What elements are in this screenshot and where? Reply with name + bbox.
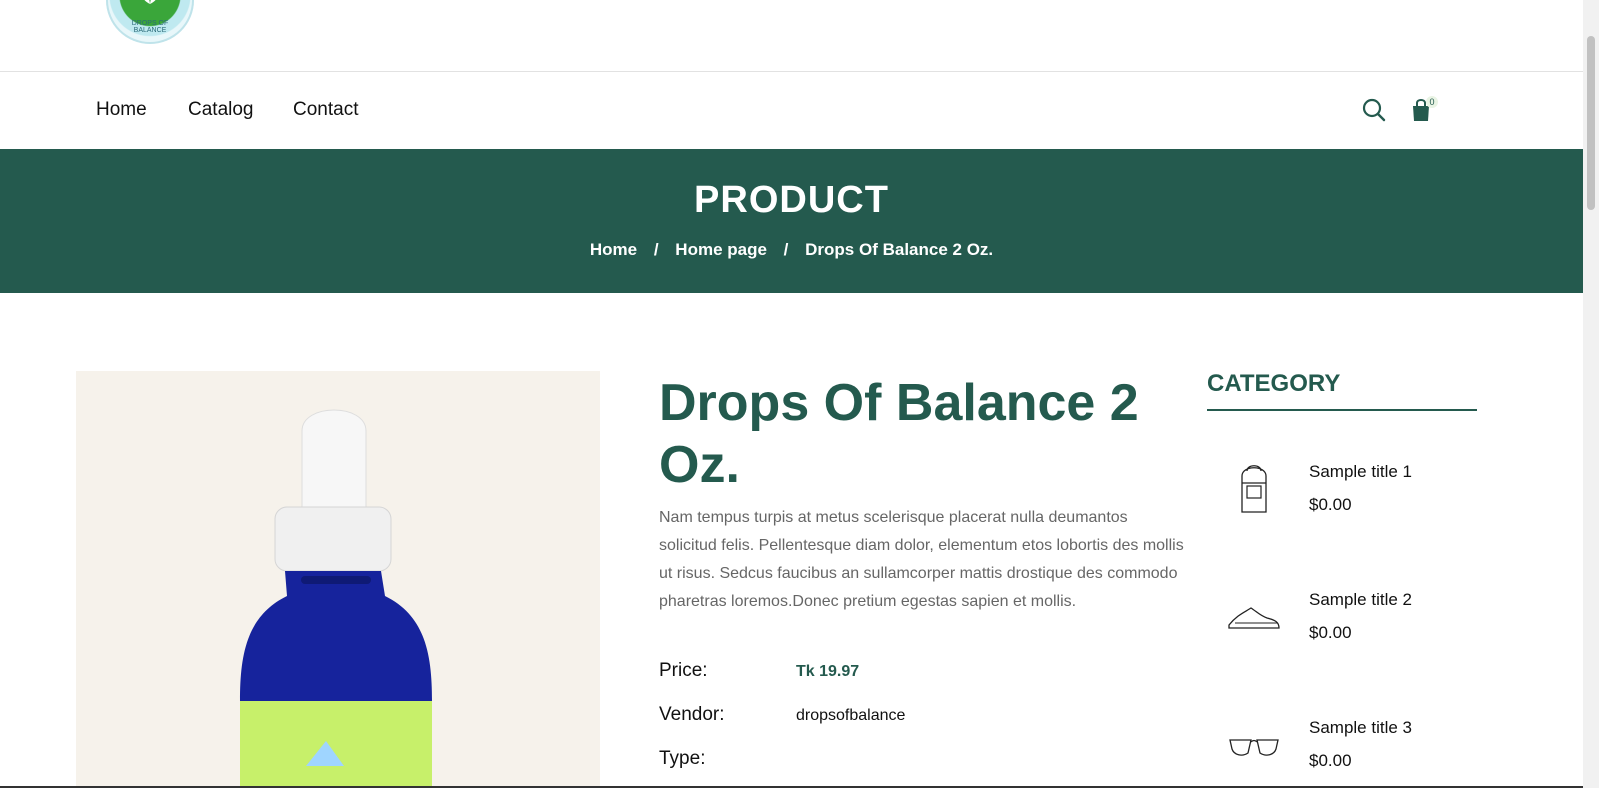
category-item[interactable]: Sample title 1 $0.00 — [1207, 462, 1487, 542]
vendor-row: Vendor: dropsofbalance — [659, 704, 905, 726]
product-image[interactable] — [76, 371, 600, 788]
dropper-bottle-illustration — [76, 371, 600, 788]
vendor-label: Vendor: — [659, 704, 725, 725]
breadcrumb-home[interactable]: Home — [590, 240, 637, 259]
category-item[interactable]: Sample title 2 $0.00 — [1207, 590, 1487, 670]
page-title: PRODUCT — [694, 179, 889, 221]
category-item-price: $0.00 — [1309, 623, 1352, 642]
breadcrumb-separator: / — [783, 240, 789, 259]
vertical-scrollbar[interactable] — [1583, 0, 1599, 788]
product-description: Nam tempus turpis at metus scelerisque p… — [659, 509, 1184, 610]
category-item-title[interactable]: Sample title 3 — [1309, 718, 1412, 738]
sneaker-icon — [1228, 607, 1280, 629]
category-item-title[interactable]: Sample title 1 — [1309, 462, 1412, 482]
sunglasses-icon — [1229, 739, 1279, 756]
price-value: Tk 19.97 — [796, 663, 860, 680]
main-navigation: Home Catalog Contact 0 — [0, 72, 1583, 149]
leaf-icon — [144, 0, 156, 4]
product-title: Drops Of Balance 2 Oz. — [659, 374, 1139, 494]
category-divider — [1207, 409, 1477, 411]
category-title: CATEGORY — [1207, 370, 1341, 397]
nav-home[interactable]: Home — [96, 99, 147, 121]
search-icon[interactable] — [1360, 96, 1388, 124]
breadcrumb: Home / Home page / Drops Of Balance 2 Oz… — [0, 240, 1583, 260]
logo-text: DROPS OF BALANCE — [131, 20, 169, 34]
category-item-price: $0.00 — [1309, 495, 1352, 514]
backpack-icon — [1241, 465, 1267, 513]
brand-logo[interactable]: DROPS OF BALANCE — [106, 0, 194, 44]
category-item-price: $0.00 — [1309, 751, 1352, 770]
breadcrumb-home-page[interactable]: Home page — [675, 240, 767, 259]
header-top: DROPS OF BALANCE — [0, 0, 1583, 72]
type-row: Type: — [659, 748, 796, 770]
type-label: Type: — [659, 748, 706, 769]
breadcrumb-separator: / — [653, 240, 659, 259]
cart-count-badge: 0 — [1426, 96, 1438, 108]
price-row: Price: Tk 19.97 — [659, 660, 859, 682]
nav-contact[interactable]: Contact — [293, 99, 358, 121]
page-banner: PRODUCT Home / Home page / Drops Of Bala… — [0, 149, 1583, 293]
scroll-thumb[interactable] — [1587, 36, 1595, 210]
breadcrumb-current: Drops Of Balance 2 Oz. — [805, 240, 994, 259]
vendor-value[interactable]: dropsofbalance — [796, 707, 905, 724]
price-label: Price: — [659, 660, 708, 681]
nav-catalog[interactable]: Catalog — [188, 99, 254, 121]
category-item-title[interactable]: Sample title 2 — [1309, 590, 1412, 610]
